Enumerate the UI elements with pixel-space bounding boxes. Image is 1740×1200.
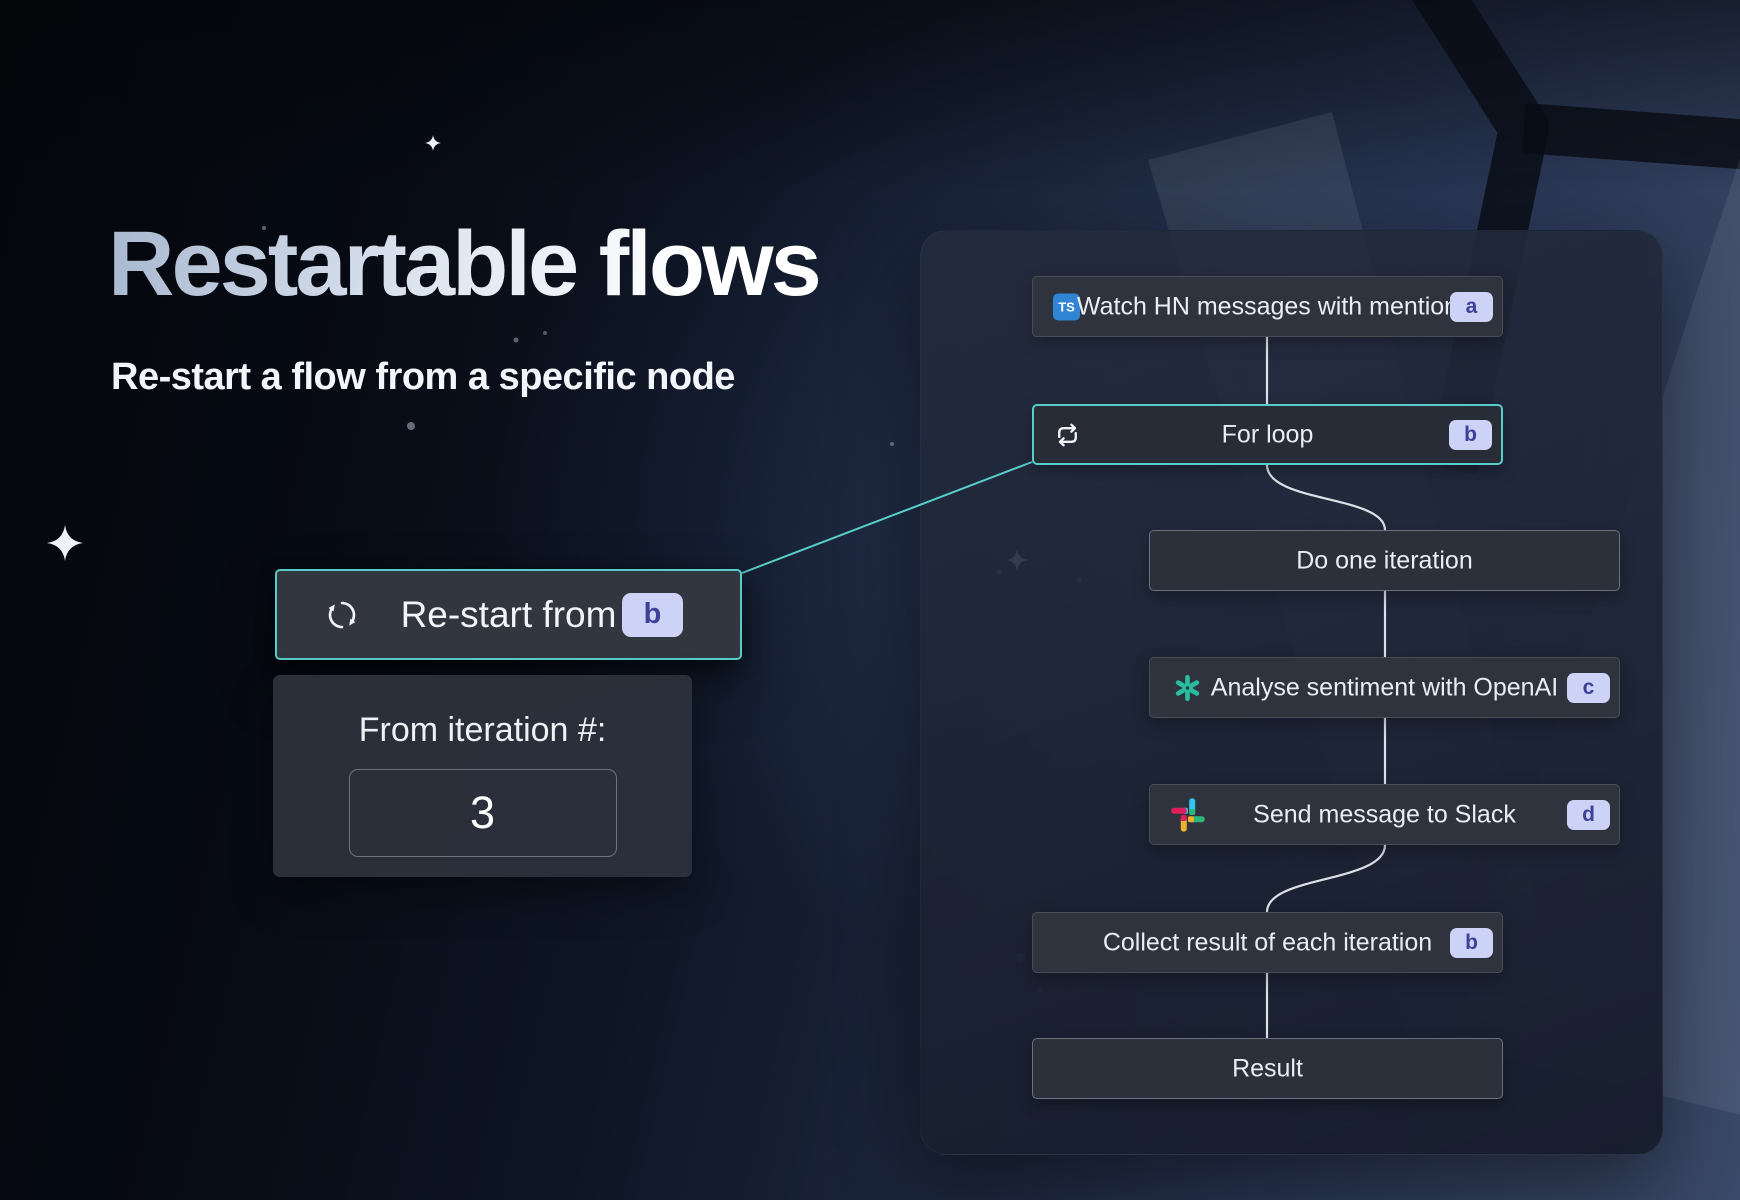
node-ref-badge: b [622, 593, 683, 637]
node-ref-badge: a [1450, 292, 1493, 322]
node-ref-badge: b [1450, 928, 1493, 958]
page-title: Restartable flows [108, 218, 819, 310]
node-ref-badge: b [1449, 420, 1492, 450]
page-background: Restartable flows Re-start a flow from a… [0, 0, 1740, 1200]
node-label: Result [1033, 1054, 1502, 1083]
restart-from-button[interactable]: Re-start from b [275, 569, 742, 660]
page-subtitle: Re-start a flow from a specific node [111, 356, 735, 399]
flow-node-do-one-iteration[interactable]: Do one iteration [1149, 530, 1620, 591]
node-label: Watch HN messages with mention [1033, 292, 1502, 321]
flow-node-for-loop[interactable]: For loop b [1032, 404, 1503, 465]
flow-node-analyse-sentiment[interactable]: Analyse sentiment with OpenAI c [1149, 657, 1620, 718]
node-label: Do one iteration [1150, 546, 1619, 575]
node-label: Send message to Slack [1150, 800, 1619, 829]
iteration-label: From iteration #: [273, 711, 692, 750]
node-label: Collect result of each iteration [1033, 928, 1502, 957]
flow-node-collect-result[interactable]: Collect result of each iteration b [1032, 912, 1503, 973]
flow-node-result[interactable]: Result [1032, 1038, 1503, 1099]
iteration-panel: From iteration #: [273, 675, 692, 877]
node-ref-badge: c [1567, 673, 1610, 703]
flow-node-send-slack[interactable]: Send message to Slack d [1149, 784, 1620, 845]
iteration-input[interactable] [349, 769, 617, 857]
sparkle-stars [47, 135, 1028, 571]
flow-node-watch-hn[interactable]: TS Watch HN messages with mention a [1032, 276, 1503, 337]
node-label: Analyse sentiment with OpenAI [1150, 673, 1619, 702]
node-label: For loop [1034, 420, 1501, 449]
node-ref-badge: d [1567, 800, 1610, 830]
